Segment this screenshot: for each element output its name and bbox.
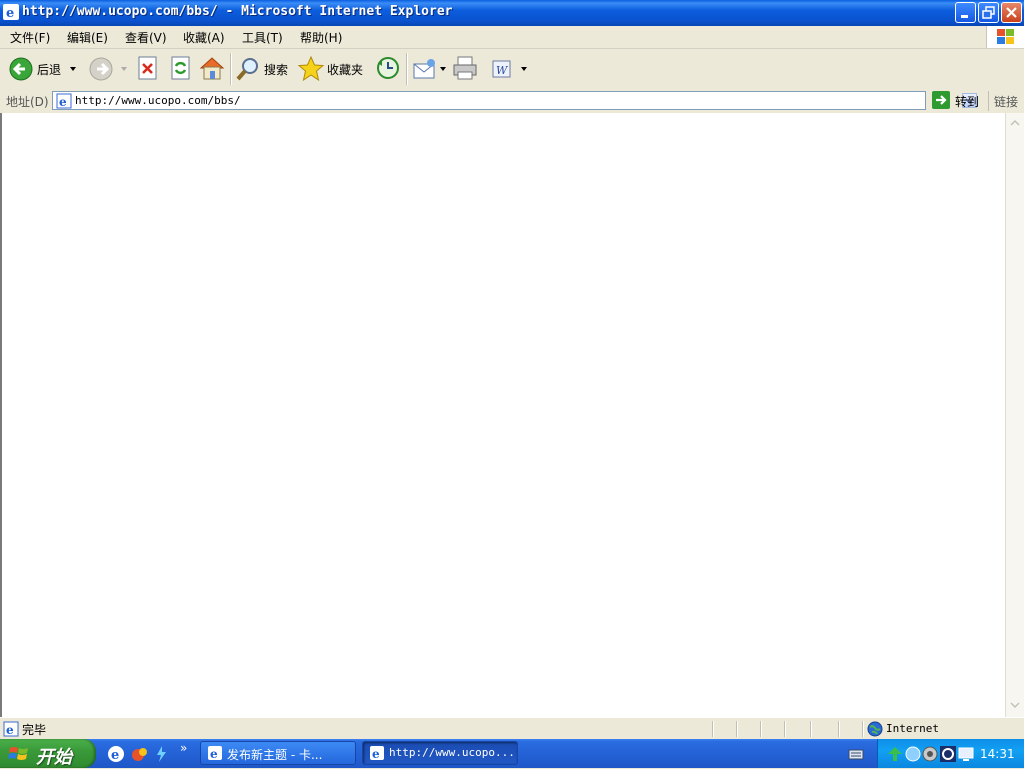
page-status-icon: e [3, 721, 19, 737]
clock[interactable]: 14:31 [980, 747, 1015, 761]
search-label: 搜索 [264, 63, 289, 77]
status-separator [810, 721, 812, 737]
links-separator [988, 91, 989, 111]
start-label[interactable]: 开始 [36, 743, 72, 769]
task-label: http://www.ucopo... [389, 746, 515, 759]
menu-tools[interactable]: 工具(T) [242, 29, 283, 46]
status-text: 完毕 [22, 723, 47, 737]
svg-text:e: e [6, 723, 14, 737]
windows-logo [986, 26, 1024, 48]
page-icon: e [56, 93, 72, 109]
tray-globe-icon[interactable] [904, 745, 922, 763]
restore-icon [982, 6, 995, 19]
task-label: 发布新主题 - 卡... [227, 748, 323, 762]
status-separator [712, 721, 714, 737]
go-arrow-icon [932, 91, 950, 109]
windows-flag-icon [8, 747, 28, 760]
menu-help[interactable]: 帮助(H) [300, 29, 342, 46]
favorites-label: 收藏夹 [327, 63, 364, 77]
links-button[interactable]: 链接 [994, 93, 1018, 110]
status-bar: e 完毕 Internet [0, 717, 1024, 740]
tray-monitor-icon[interactable] [957, 745, 975, 763]
vertical-scrollbar[interactable] [1005, 113, 1024, 717]
ie-icon[interactable]: e [3, 4, 19, 20]
history-icon[interactable] [374, 54, 402, 82]
minimize-icon [961, 15, 968, 18]
page-content[interactable] [0, 113, 1005, 717]
close-icon [1006, 7, 1017, 18]
status-separator [736, 721, 738, 737]
favorites-star-icon [297, 55, 325, 82]
forward-arrow-icon [89, 57, 113, 81]
search-icon [236, 58, 258, 81]
scroll-up-icon[interactable] [1008, 116, 1022, 130]
favorites-button[interactable]: 收藏夹 [297, 53, 369, 85]
forward-dropdown-icon[interactable] [121, 67, 127, 71]
tray-network-icon[interactable] [886, 745, 904, 763]
svg-text:e: e [6, 6, 14, 20]
address-value: http://www.ucopo.com/bbs/ [75, 94, 241, 107]
windows-flag-icon [997, 29, 1014, 44]
edit-dropdown-icon[interactable] [521, 67, 527, 71]
mail-icon [413, 59, 435, 79]
title-bar[interactable]: e http://www.ucopo.com/bbs/ - Microsoft … [0, 0, 1024, 26]
print-icon[interactable] [451, 54, 479, 82]
quick-launch-app-icon[interactable] [154, 745, 168, 763]
address-input[interactable]: e http://www.ucopo.com/bbs/ [52, 91, 977, 110]
search-button[interactable]: 搜索 [234, 53, 292, 85]
svg-text:e: e [210, 747, 218, 761]
refresh-icon[interactable] [167, 54, 195, 82]
svg-text:e: e [372, 747, 380, 761]
forward-button[interactable] [86, 53, 130, 85]
quick-launch-media-icon[interactable] [131, 745, 149, 763]
home-icon[interactable] [198, 54, 226, 82]
menu-favorites[interactable]: 收藏(A) [183, 29, 225, 46]
back-arrow-icon [9, 57, 33, 81]
status-separator [862, 721, 864, 737]
close-button[interactable] [1001, 2, 1022, 23]
taskbar-task-ucopo[interactable]: e http://www.ucopo... [362, 741, 518, 765]
back-label: 后退 [37, 63, 62, 77]
status-separator [760, 721, 762, 737]
back-dropdown-icon[interactable] [70, 67, 76, 71]
window-title: http://www.ucopo.com/bbs/ - Microsoft In… [22, 4, 453, 19]
ie-window-icon: e [370, 746, 384, 761]
edit-button[interactable]: W [488, 53, 530, 85]
menu-file[interactable]: 文件(F) [10, 29, 50, 46]
go-label[interactable]: 转到 [955, 93, 979, 110]
tray-security-icon[interactable] [939, 745, 957, 763]
minimize-button[interactable] [955, 2, 976, 23]
svg-text:e: e [59, 95, 67, 109]
back-button[interactable]: 后退 [6, 53, 82, 85]
toolbar-separator [230, 53, 232, 85]
taskbar-task-post[interactable]: e 发布新主题 - 卡... [200, 741, 356, 765]
address-label: 地址(D) [6, 95, 49, 109]
security-zone-label: Internet [886, 722, 939, 735]
standard-toolbar: 后退 搜索 收藏夹 W [0, 49, 1024, 90]
restore-button[interactable] [978, 2, 999, 23]
scroll-down-icon[interactable] [1008, 698, 1022, 712]
quick-launch-ie-icon[interactable]: e [107, 745, 125, 763]
ie-window-icon: e [208, 746, 222, 761]
status-separator [784, 721, 786, 737]
menu-edit[interactable]: 编辑(E) [67, 29, 108, 46]
word-edit-icon: W [492, 60, 511, 78]
mail-button[interactable] [411, 53, 447, 85]
menu-bar: 文件(F) 编辑(E) 查看(V) 收藏(A) 工具(T) 帮助(H) [0, 26, 1024, 49]
stop-icon[interactable] [134, 54, 162, 82]
svg-text:e: e [111, 748, 119, 763]
mail-dropdown-icon[interactable] [440, 67, 446, 71]
quick-launch-more-icon[interactable]: » [180, 741, 187, 755]
keyboard-icon[interactable] [848, 746, 864, 762]
tray-volume-icon[interactable] [921, 745, 939, 763]
status-separator [838, 721, 840, 737]
menu-view[interactable]: 查看(V) [125, 29, 167, 46]
globe-icon [867, 721, 883, 737]
svg-text:W: W [496, 64, 509, 77]
address-bar: 地址(D) e http://www.ucopo.com/bbs/ 转到 链接 [0, 89, 1024, 114]
go-button[interactable] [932, 91, 950, 111]
toolbar-separator [406, 53, 408, 85]
